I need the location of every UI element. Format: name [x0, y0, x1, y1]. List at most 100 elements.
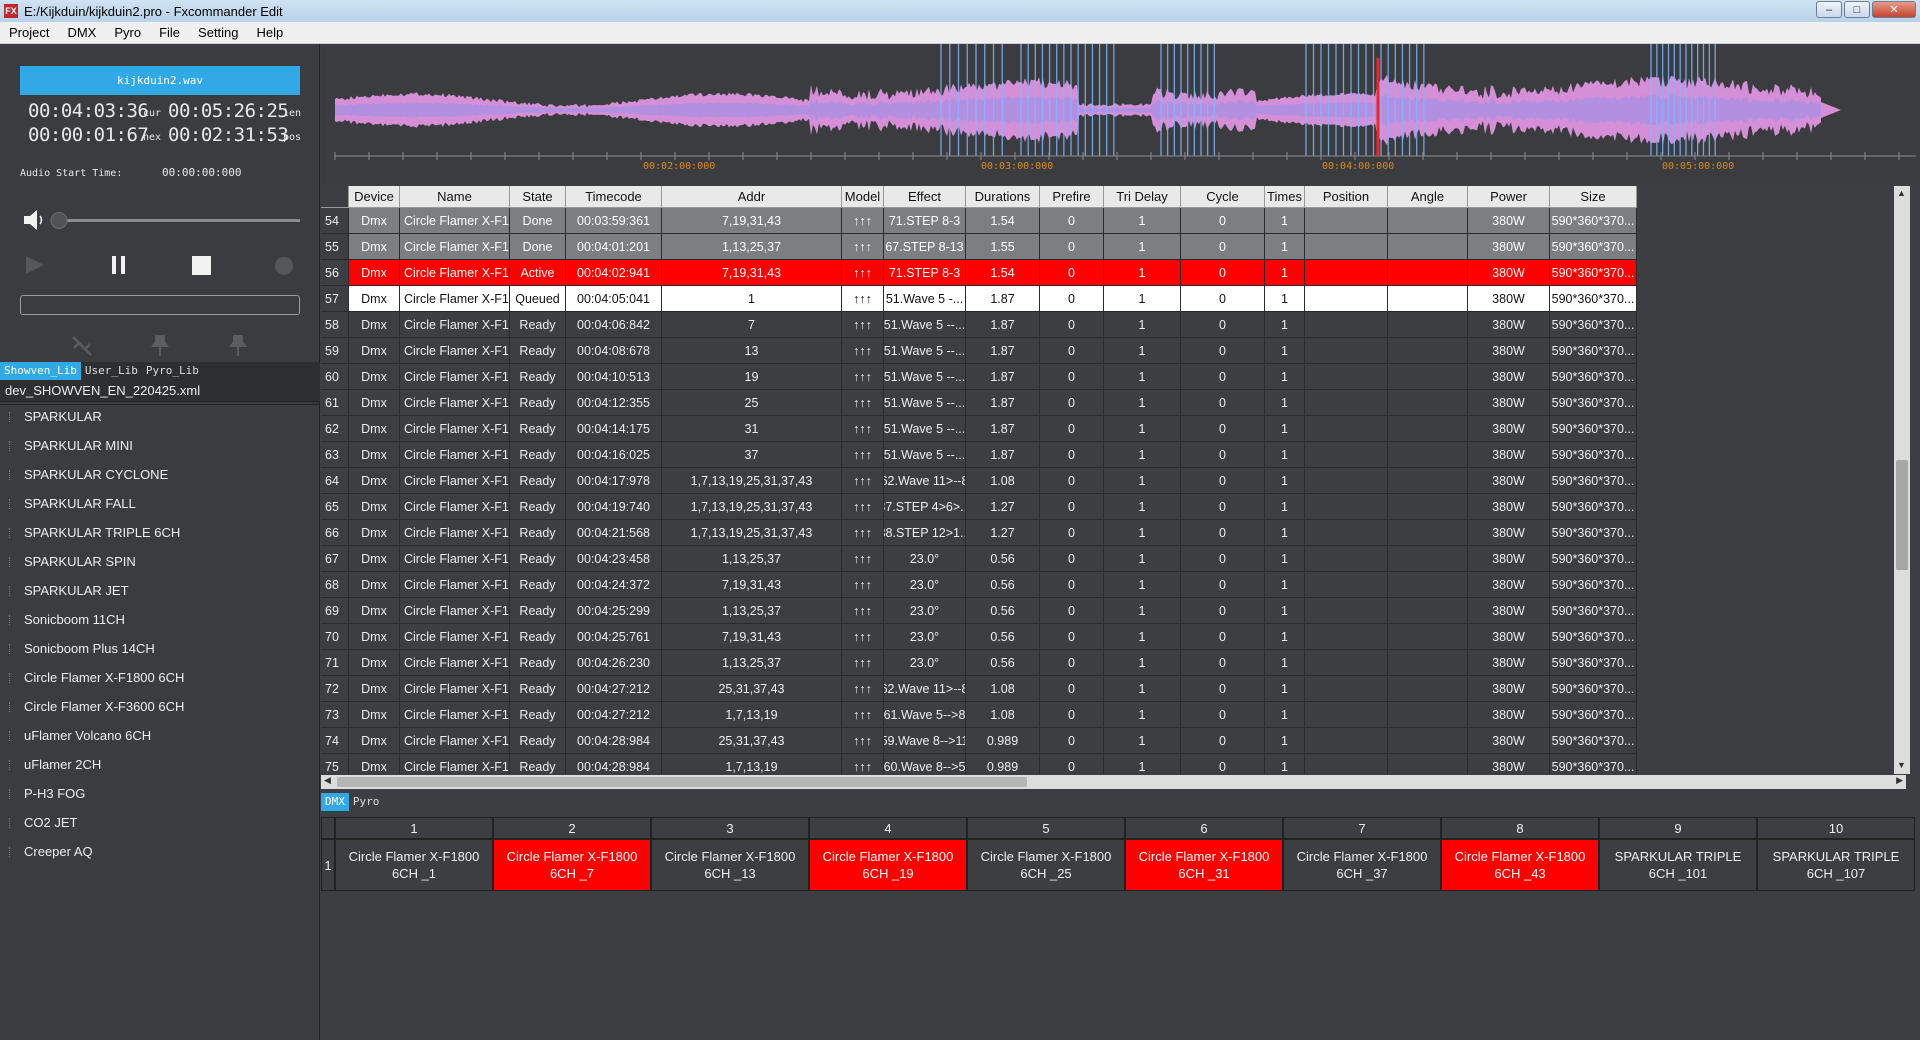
menu-project[interactable]: Project [0, 25, 58, 40]
table-cell[interactable]: 1 [1265, 650, 1305, 676]
table-cell[interactable]: Circle Flamer X-F18... [400, 338, 510, 364]
table-cell[interactable]: 1 [1265, 416, 1305, 442]
table-cell[interactable]: 1 [1104, 572, 1181, 598]
table-cell[interactable]: 590*360*370... [1550, 364, 1637, 390]
table-cell[interactable]: 1 [1265, 468, 1305, 494]
table-cell[interactable]: 590*360*370... [1550, 624, 1637, 650]
table-cell[interactable]: 380W [1468, 416, 1550, 442]
table-cell[interactable]: 7,19,31,43 [662, 572, 842, 598]
table-cell[interactable]: Ready [510, 468, 566, 494]
dmx-channel-cell[interactable]: SPARKULAR TRIPLE 6CH _107 [1757, 839, 1915, 891]
table-cell[interactable] [1388, 728, 1468, 754]
table-cell[interactable]: 0 [1040, 598, 1104, 624]
table-row[interactable]: 67DmxCircle Flamer X-F18...Ready00:04:23… [321, 546, 1906, 572]
table-cell[interactable]: 00:04:24:372 [566, 572, 662, 598]
table-cell[interactable]: Done [510, 208, 566, 234]
table-cell[interactable]: 590*360*370... [1550, 520, 1637, 546]
column-header[interactable]: Tri Delay [1104, 186, 1181, 208]
table-cell[interactable]: 1.55 [966, 234, 1040, 260]
table-cell[interactable]: 380W [1468, 468, 1550, 494]
table-cell[interactable] [1305, 442, 1388, 468]
table-cell[interactable] [1305, 702, 1388, 728]
table-cell[interactable]: 1,13,25,37 [662, 650, 842, 676]
table-row[interactable]: 73DmxCircle Flamer X-F18...Ready00:04:27… [321, 702, 1906, 728]
library-item[interactable]: P-H3 FOG [0, 779, 320, 808]
stop-icon[interactable] [192, 256, 212, 276]
table-cell[interactable] [1305, 520, 1388, 546]
table-cell[interactable] [1305, 312, 1388, 338]
table-row[interactable]: 68DmxCircle Flamer X-F18...Ready00:04:24… [321, 572, 1906, 598]
table-cell[interactable]: 1 [1104, 338, 1181, 364]
table-cell[interactable]: 380W [1468, 650, 1550, 676]
table-cell[interactable]: 1 [1265, 598, 1305, 624]
table-cell[interactable] [1305, 676, 1388, 702]
table-cell[interactable]: 590*360*370... [1550, 468, 1637, 494]
table-cell[interactable]: 1,13,25,37 [662, 234, 842, 260]
table-cell[interactable]: 380W [1468, 598, 1550, 624]
table-cell[interactable] [1388, 676, 1468, 702]
table-cell[interactable]: 0 [1181, 728, 1265, 754]
table-cell[interactable]: Dmx [349, 546, 400, 572]
column-header[interactable]: State [510, 186, 566, 208]
tab-dmx[interactable]: DMX [321, 793, 349, 811]
table-cell[interactable]: 0.56 [966, 546, 1040, 572]
dmx-channel-cell[interactable]: Circle Flamer X-F1800 6CH _25 [967, 839, 1125, 891]
table-cell[interactable] [1388, 234, 1468, 260]
table-cell[interactable]: ↑↑↑ [842, 260, 884, 286]
table-cell[interactable]: 590*360*370... [1550, 676, 1637, 702]
table-cell[interactable]: ↑↑↑ [842, 598, 884, 624]
table-cell[interactable]: 0 [1040, 390, 1104, 416]
column-header[interactable]: Prefire [1040, 186, 1104, 208]
table-cell[interactable]: ↑↑↑ [842, 468, 884, 494]
table-cell[interactable]: 0 [1040, 312, 1104, 338]
table-cell[interactable]: ↑↑↑ [842, 650, 884, 676]
table-cell[interactable]: 1 [1104, 546, 1181, 572]
table-row[interactable]: 57DmxCircle Flamer X-F18...Queued00:04:0… [321, 286, 1906, 312]
table-cell[interactable]: Dmx [349, 390, 400, 416]
table-row[interactable]: 65DmxCircle Flamer X-F18...Ready00:04:19… [321, 494, 1906, 520]
table-cell[interactable]: 00:04:25:761 [566, 624, 662, 650]
library-item[interactable]: Creeper AQ [0, 837, 320, 866]
dmx-channel-cell[interactable]: Circle Flamer X-F1800 6CH _37 [1283, 839, 1441, 891]
table-cell[interactable]: 1 [1104, 494, 1181, 520]
library-item[interactable]: SPARKULAR TRIPLE 6CH [0, 518, 320, 547]
table-cell[interactable]: 380W [1468, 546, 1550, 572]
table-cell[interactable]: 1 [1104, 364, 1181, 390]
table-cell[interactable]: 00:04:01:201 [566, 234, 662, 260]
table-cell[interactable]: 590*360*370... [1550, 650, 1637, 676]
table-cell[interactable]: 00:04:27:212 [566, 676, 662, 702]
table-cell[interactable] [1388, 650, 1468, 676]
table-cell[interactable] [1305, 286, 1388, 312]
table-cell[interactable] [1388, 390, 1468, 416]
table-cell[interactable]: 51.Wave 5 --... [884, 364, 966, 390]
dmx-channel-cell[interactable]: Circle Flamer X-F1800 6CH _43 [1441, 839, 1599, 891]
table-cell[interactable]: 23.0° [884, 572, 966, 598]
table-cell[interactable]: 1 [1104, 234, 1181, 260]
table-cell[interactable]: 0 [1040, 286, 1104, 312]
table-cell[interactable]: 00:04:17:978 [566, 468, 662, 494]
table-cell[interactable]: 00:04:02:941 [566, 260, 662, 286]
table-cell[interactable]: 590*360*370... [1550, 546, 1637, 572]
table-row[interactable]: 64DmxCircle Flamer X-F18...Ready00:04:17… [321, 468, 1906, 494]
table-cell[interactable]: 1 [1265, 572, 1305, 598]
table-row[interactable]: 56DmxCircle Flamer X-F18...Active00:04:0… [321, 260, 1906, 286]
table-cell[interactable]: ↑↑↑ [842, 546, 884, 572]
table-cell[interactable]: ↑↑↑ [842, 442, 884, 468]
table-cell[interactable] [1305, 754, 1388, 774]
table-cell[interactable]: Dmx [349, 416, 400, 442]
library-item[interactable]: Circle Flamer X-F3600 6CH [0, 692, 320, 721]
table-cell[interactable]: Dmx [349, 442, 400, 468]
table-cell[interactable]: Done [510, 234, 566, 260]
table-cell[interactable]: Circle Flamer X-F18... [400, 676, 510, 702]
table-cell[interactable]: Circle Flamer X-F18... [400, 312, 510, 338]
table-cell[interactable]: 1.08 [966, 702, 1040, 728]
table-cell[interactable]: Circle Flamer X-F18... [400, 286, 510, 312]
table-cell[interactable]: Circle Flamer X-F18... [400, 702, 510, 728]
table-cell[interactable]: 590*360*370... [1550, 338, 1637, 364]
table-cell[interactable]: 7,19,31,43 [662, 624, 842, 650]
table-cell[interactable]: 0.56 [966, 624, 1040, 650]
table-cell[interactable]: 0 [1181, 494, 1265, 520]
table-cell[interactable]: 380W [1468, 676, 1550, 702]
table-cell[interactable]: Dmx [349, 364, 400, 390]
table-cell[interactable]: 590*360*370... [1550, 598, 1637, 624]
